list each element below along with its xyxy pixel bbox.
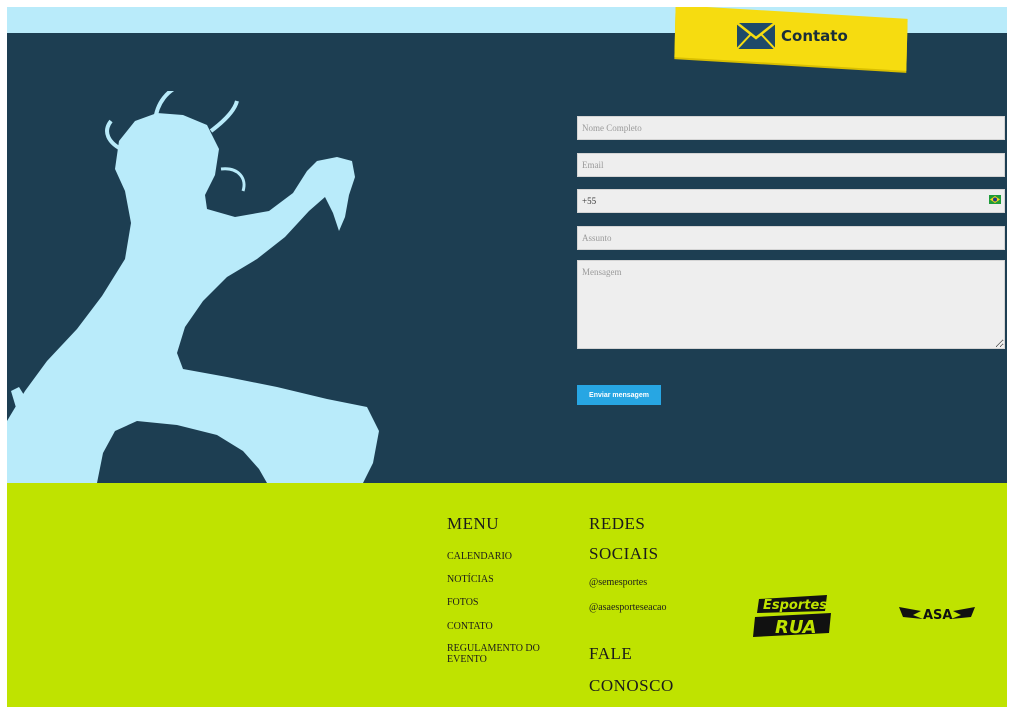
contact-title-line1: FALE: [589, 644, 633, 663]
envelope-icon: [737, 23, 775, 49]
footer: MENU CALENDARIO NOTÍCIAS FOTOS CONTATO R…: [7, 483, 1007, 707]
esportes-na-rua-logo[interactable]: Esportes RUA: [753, 591, 833, 639]
subject-input[interactable]: [577, 226, 1005, 250]
menu-item-calendario[interactable]: CALENDARIO: [447, 551, 512, 562]
menu-item-regulamento[interactable]: REGULAMENTO DO EVENTO: [447, 643, 557, 665]
social-title-line2: SOCIAIS: [589, 544, 659, 563]
phone-input[interactable]: +55: [577, 189, 1005, 213]
svg-text:Esportes: Esportes: [763, 598, 827, 613]
menu-title: MENU: [447, 514, 500, 533]
page-frame: +55 Enviar mensagem Contato MENU CALENDA…: [7, 7, 1007, 707]
phone-prefix: +55: [582, 196, 597, 206]
social-title-line1: REDES: [589, 514, 646, 533]
send-message-button[interactable]: Enviar mensagem: [577, 385, 661, 405]
svg-text:RUA: RUA: [775, 617, 817, 638]
contact-tab-label: Contato: [781, 27, 848, 45]
social-link-asaesporteseacao[interactable]: @asaesporteseacao: [589, 602, 667, 613]
contact-section: +55 Enviar mensagem: [7, 33, 1007, 483]
full-name-input[interactable]: [577, 116, 1005, 140]
contact-title-line2: CONOSCO: [589, 676, 674, 695]
menu-item-fotos[interactable]: FOTOS: [447, 597, 479, 608]
menu-item-noticias[interactable]: NOTÍCIAS: [447, 574, 494, 585]
contact-tab[interactable]: Contato: [737, 21, 848, 51]
menu-item-contato[interactable]: CONTATO: [447, 621, 493, 632]
brazil-flag-icon[interactable]: [989, 195, 1001, 204]
dancer-silhouette: [7, 91, 379, 483]
social-link-semesportes[interactable]: @semesportes: [589, 577, 647, 588]
message-textarea[interactable]: [577, 260, 1005, 349]
asa-logo[interactable]: ASA: [899, 601, 975, 625]
svg-text:ASA: ASA: [923, 608, 953, 623]
email-input[interactable]: [577, 153, 1005, 177]
